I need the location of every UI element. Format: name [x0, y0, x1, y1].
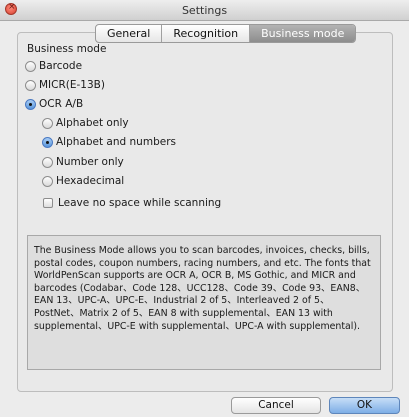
radio-micr[interactable]: MICR(E-13B) — [25, 79, 105, 91]
radio-button-icon[interactable] — [25, 60, 36, 72]
description-box: The Business Mode allows you to scan bar… — [27, 235, 381, 370]
cancel-button[interactable]: Cancel — [231, 397, 321, 414]
radio-label: OCR A/B — [39, 98, 84, 110]
radio-ocr-ab[interactable]: OCR A/B — [25, 98, 83, 110]
tab-business-mode[interactable]: Business mode — [249, 25, 356, 42]
title-bar: × Settings — [0, 0, 409, 21]
radio-button-icon[interactable] — [42, 175, 53, 187]
leave-no-space-checkbox[interactable]: Leave no space while scanning — [43, 197, 221, 209]
radio-label: Number only — [56, 156, 124, 168]
radio-button-selected-icon[interactable] — [42, 136, 53, 148]
radio-button-selected-icon[interactable] — [25, 98, 36, 110]
ok-button[interactable]: OK — [329, 397, 400, 414]
tab-recognition[interactable]: Recognition — [161, 25, 249, 42]
section-title-business-mode: Business mode — [27, 43, 107, 55]
radio-label: Alphabet and numbers — [56, 136, 176, 148]
description-text: The Business Mode allows you to scan bar… — [34, 245, 371, 332]
radio-label: Alphabet only — [56, 117, 129, 129]
window-title: Settings — [181, 4, 228, 17]
tab-bar: General Recognition Business mode — [95, 24, 357, 43]
radio-hexadecimal[interactable]: Hexadecimal — [42, 175, 124, 187]
radio-barcode[interactable]: Barcode — [25, 60, 82, 72]
radio-label: Barcode — [39, 60, 83, 72]
radio-label: MICR(E-13B) — [39, 79, 105, 91]
radio-button-icon[interactable] — [25, 79, 36, 91]
radio-number-only[interactable]: Number only — [42, 156, 124, 168]
tab-general[interactable]: General — [96, 25, 161, 42]
checkbox-label: Leave no space while scanning — [58, 197, 222, 209]
radio-alphabet-and-numbers[interactable]: Alphabet and numbers — [42, 136, 176, 148]
radio-label: Hexadecimal — [56, 175, 125, 187]
checkbox-icon[interactable] — [43, 198, 53, 208]
radio-button-icon[interactable] — [42, 117, 53, 129]
radio-button-icon[interactable] — [42, 156, 53, 168]
radio-alphabet-only[interactable]: Alphabet only — [42, 117, 129, 129]
